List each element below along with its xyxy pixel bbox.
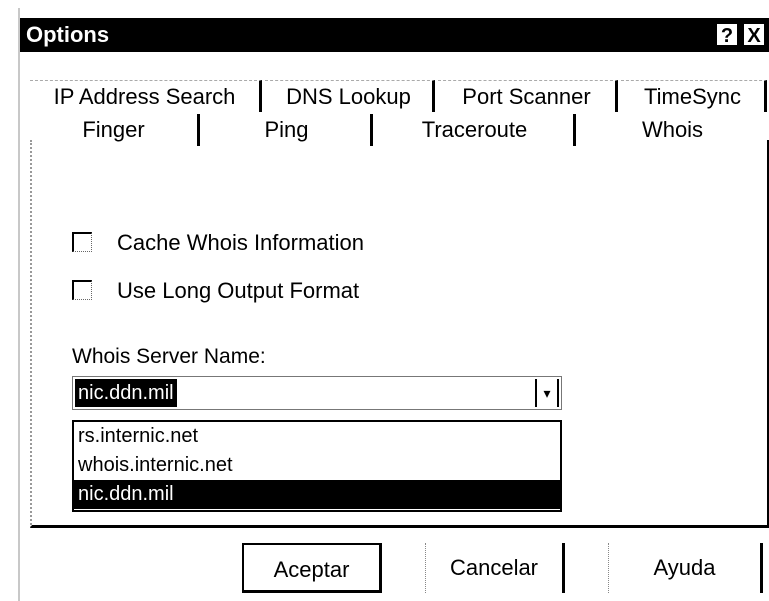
help-button[interactable]: Ayuda xyxy=(608,543,763,593)
cancel-button[interactable]: Cancelar xyxy=(425,543,565,593)
help-icon[interactable]: ? xyxy=(715,22,739,47)
dropdown-option[interactable]: rs.internic.net xyxy=(74,422,560,451)
long-output-checkbox[interactable] xyxy=(72,280,92,300)
window-title: Options xyxy=(26,22,110,47)
whois-panel: Cache Whois Information Use Long Output … xyxy=(30,140,769,528)
ok-button[interactable]: Aceptar xyxy=(242,543,382,593)
dropdown-option[interactable]: whois.internic.net xyxy=(74,451,560,480)
whois-server-label: Whois Server Name: xyxy=(72,345,266,368)
whois-server-input[interactable]: nic.ddn.mil xyxy=(75,379,177,407)
tab-label: DNS Lookup xyxy=(286,84,411,109)
tab-label: Port Scanner xyxy=(462,84,591,109)
whois-server-combo[interactable]: nic.ddn.mil ▾ xyxy=(72,376,562,410)
tab-dns-lookup[interactable]: DNS Lookup xyxy=(265,80,435,112)
whois-server-dropdown: rs.internic.net whois.internic.net nic.d… xyxy=(72,420,562,512)
tab-label: TimeSync xyxy=(644,84,741,109)
long-output-label: Use Long Output Format xyxy=(117,278,360,303)
chevron-down-icon[interactable]: ▾ xyxy=(535,379,559,407)
cache-whois-checkbox[interactable] xyxy=(72,232,92,252)
cache-whois-label: Cache Whois Information xyxy=(117,230,364,255)
tab-port-scanner[interactable]: Port Scanner xyxy=(438,80,618,112)
dropdown-option-selected[interactable]: nic.ddn.mil xyxy=(74,480,560,509)
tab-timesync[interactable]: TimeSync xyxy=(621,80,767,112)
close-icon[interactable]: X xyxy=(742,22,766,47)
options-dialog: Options ? X IP Address Search DNS Lookup… xyxy=(18,8,769,601)
tab-ip-address-search[interactable]: IP Address Search xyxy=(30,80,262,112)
title-bar[interactable]: Options ? X xyxy=(20,18,769,52)
tab-label: IP Address Search xyxy=(53,84,236,109)
